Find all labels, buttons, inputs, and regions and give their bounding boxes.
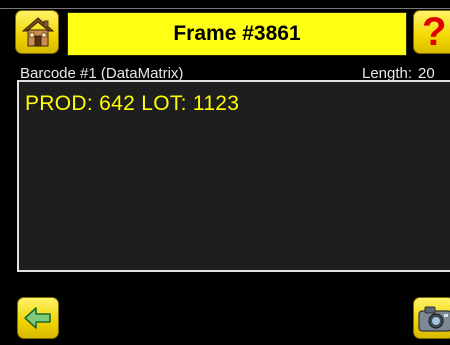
screen: Frame #3861 ? Barcode #1 (DataMatrix) Le… [0, 0, 450, 345]
top-divider [0, 8, 450, 9]
symbol-info-bar: Barcode #1 (DataMatrix) Length: 20 [0, 57, 450, 82]
decoded-string: PROD: 642 LOT: 1123 [25, 92, 240, 115]
back-button[interactable] [17, 297, 59, 339]
decode-result-panel: PROD: 642 LOT: 1123 [17, 80, 450, 272]
home-icon [21, 17, 55, 47]
capture-button[interactable] [413, 297, 450, 339]
home-button[interactable] [15, 10, 59, 54]
camera-icon [418, 306, 450, 332]
frame-title: Frame #3861 [67, 12, 407, 56]
question-icon: ? [422, 10, 447, 54]
help-button[interactable]: ? [413, 10, 450, 54]
arrow-left-icon [24, 307, 51, 329]
